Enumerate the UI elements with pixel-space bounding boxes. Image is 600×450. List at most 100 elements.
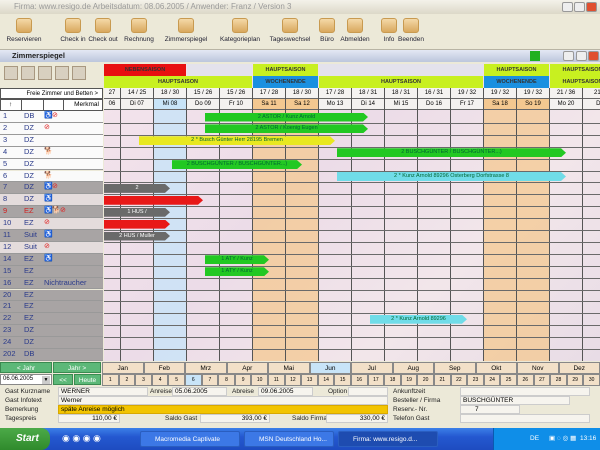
day-button[interactable]: 17 — [367, 374, 385, 386]
day-header[interactable]: Sa 11 — [253, 99, 286, 110]
zoom-tool-icon[interactable] — [21, 66, 35, 80]
day-header[interactable]: Do 16 — [418, 99, 451, 110]
month-tab[interactable]: Jul — [351, 362, 393, 374]
day-button[interactable]: 8 — [218, 374, 235, 386]
day-button[interactable]: 30 — [583, 374, 600, 386]
room-row[interactable]: 4 DZ 🐕 — [0, 146, 103, 159]
booking-bar[interactable]: 1 ATY / Kunz — [205, 255, 269, 264]
date-select[interactable]: 06.06.2005 ▼ — [0, 374, 52, 385]
room-row[interactable]: 23 DZ — [0, 325, 103, 338]
tageswechsel-button[interactable]: Tageswechsel — [268, 16, 312, 48]
hand-tool-icon[interactable] — [4, 66, 18, 80]
price-field[interactable]: 110,00 € — [58, 414, 120, 423]
room-row[interactable]: 12 Suit ⊘ — [0, 241, 103, 254]
room-row[interactable]: 8 DZ ♿ — [0, 194, 103, 207]
sub-minimize-button[interactable] — [563, 51, 574, 61]
büro-button[interactable]: Büro — [312, 16, 342, 48]
arrival-field[interactable]: 05.06.2005 — [172, 387, 227, 396]
day-button[interactable]: 9 — [234, 374, 252, 386]
booking-bar[interactable]: 2 ASTOR / Kunz Arnold — [205, 113, 368, 122]
day-header[interactable]: Fr 17 — [451, 99, 484, 110]
saldo-company-field[interactable]: 330,00 € — [326, 414, 388, 423]
day-button[interactable]: 11 — [268, 374, 285, 386]
day-button[interactable]: 27 — [533, 374, 551, 386]
status-icon[interactable] — [530, 51, 540, 61]
room-row[interactable]: 14 EZ ♿ — [0, 253, 103, 266]
day-button[interactable]: 24 — [483, 374, 501, 386]
day-button[interactable]: 13 — [301, 374, 318, 386]
booking-bar[interactable]: 2 — [104, 184, 170, 193]
room-row[interactable]: 11 Suit ♿ — [0, 230, 103, 242]
room-row[interactable]: 5 DZ — [0, 158, 103, 171]
month-tab[interactable]: Jan — [102, 362, 144, 374]
occupancy-grid[interactable]: 27 06 14 / 25 Di 07 18 / 30 Mi 08 15 / 26 Do 09… — [104, 64, 600, 361]
reservation-number-field[interactable]: 7 — [460, 405, 520, 414]
split-icon[interactable] — [55, 66, 69, 80]
booking-bar[interactable]: 2 * Busch Günter Herr 28195 Bremen — [139, 136, 335, 145]
arrival-time-field[interactable] — [460, 387, 590, 396]
day-button[interactable]: 20 — [417, 374, 434, 386]
back-button[interactable]: << — [53, 374, 73, 385]
page-icon[interactable] — [72, 66, 86, 80]
maximize-button[interactable] — [574, 2, 585, 12]
day-header[interactable]: Di 14 — [352, 99, 385, 110]
saldo-guest-field[interactable]: 393,00 € — [200, 414, 270, 423]
booking-bar[interactable]: 1 HUS / — [104, 208, 170, 217]
check-in-button[interactable]: Check in — [58, 16, 88, 48]
quick-launch[interactable]: ◉ ◉ ◉ ◉ — [62, 433, 110, 445]
beenden-button[interactable]: Beenden — [396, 16, 426, 48]
day-button[interactable]: 3 — [135, 374, 152, 386]
rechnung-button[interactable]: Rechnung — [124, 16, 154, 48]
booking-bar[interactable]: 2 ASTOR / Koenig Eugen — [205, 124, 368, 133]
day-button[interactable]: 10 — [251, 374, 268, 386]
prev-year-button[interactable]: < Jahr — [0, 362, 52, 373]
chevron-down-icon[interactable]: ▼ — [42, 376, 50, 384]
day-header[interactable]: Fr 10 — [220, 99, 253, 110]
day-button[interactable]: 22 — [450, 374, 468, 386]
tray-icons[interactable]: ▣ ◌ ◎ ▦ — [549, 428, 576, 450]
month-tab[interactable]: Jun — [309, 362, 351, 374]
kategorieplan-button[interactable]: Kategorieplan — [218, 16, 262, 48]
room-row[interactable]: 3 DZ — [0, 134, 103, 147]
day-header[interactable]: Mo 20 — [550, 99, 583, 110]
day-button[interactable]: 25 — [500, 374, 517, 386]
day-button[interactable]: 5 — [168, 374, 185, 386]
day-button[interactable]: 15 — [334, 374, 351, 386]
day-header[interactable]: Di 07 — [121, 99, 154, 110]
booking-bar[interactable] — [104, 196, 203, 205]
day-button[interactable]: 4 — [151, 374, 169, 386]
month-tab[interactable]: Apr — [226, 362, 268, 374]
company-field[interactable]: BUSCHGÜNTER — [460, 396, 570, 405]
day-header[interactable]: Do 09 — [187, 99, 220, 110]
check-out-button[interactable]: Check out — [88, 16, 118, 48]
room-row[interactable]: 10 EZ ⊘ — [0, 218, 103, 230]
minimize-button[interactable] — [562, 2, 573, 12]
next-year-button[interactable]: Jahr > — [53, 362, 101, 373]
room-row[interactable]: 15 EZ — [0, 265, 103, 278]
day-header[interactable]: Mi 08 — [154, 99, 187, 110]
day-button[interactable]: 21 — [434, 374, 451, 386]
day-button[interactable]: 6 — [185, 374, 202, 386]
room-row[interactable]: 9 EZ ♿ 🐕 ⊘ — [0, 206, 103, 219]
month-tab[interactable]: Dez — [558, 362, 600, 374]
month-tab[interactable]: Okt — [475, 362, 517, 374]
task-captivate[interactable]: Macromedia Captivate — [140, 431, 240, 447]
booking-bar[interactable]: 2 * Kunz Arnold 89296 Osterberg Dorfstra… — [337, 172, 566, 181]
start-button[interactable]: Start — [0, 428, 50, 450]
room-row[interactable]: 16 EZ Nichtraucher — [0, 277, 103, 290]
sort-arrow-icon[interactable]: ↑ — [9, 101, 12, 108]
booking-bar[interactable]: 2 BUSCHGÜNTER / BUSCHGÜNTER...) — [172, 160, 302, 169]
day-header[interactable]: 06 — [104, 99, 121, 110]
day-header[interactable]: Di — [583, 99, 600, 110]
abmelden-button[interactable]: Abmelden — [340, 16, 370, 48]
month-tab[interactable]: Nov — [517, 362, 559, 374]
booking-bar[interactable]: 1 ATY / Kunz — [205, 267, 269, 276]
day-header[interactable]: Sa 18 — [484, 99, 517, 110]
room-row[interactable]: 2 DZ ⊘ — [0, 122, 103, 135]
booking-bar[interactable]: 2 HUS / Muller — [104, 232, 170, 241]
day-button[interactable]: 19 — [400, 374, 418, 386]
room-row[interactable]: 24 DZ — [0, 337, 103, 349]
day-header[interactable]: Mo 13 — [319, 99, 352, 110]
month-tab[interactable]: Sep — [434, 362, 476, 374]
task-resigo[interactable]: Firma: www.resigo.d... — [338, 431, 438, 447]
